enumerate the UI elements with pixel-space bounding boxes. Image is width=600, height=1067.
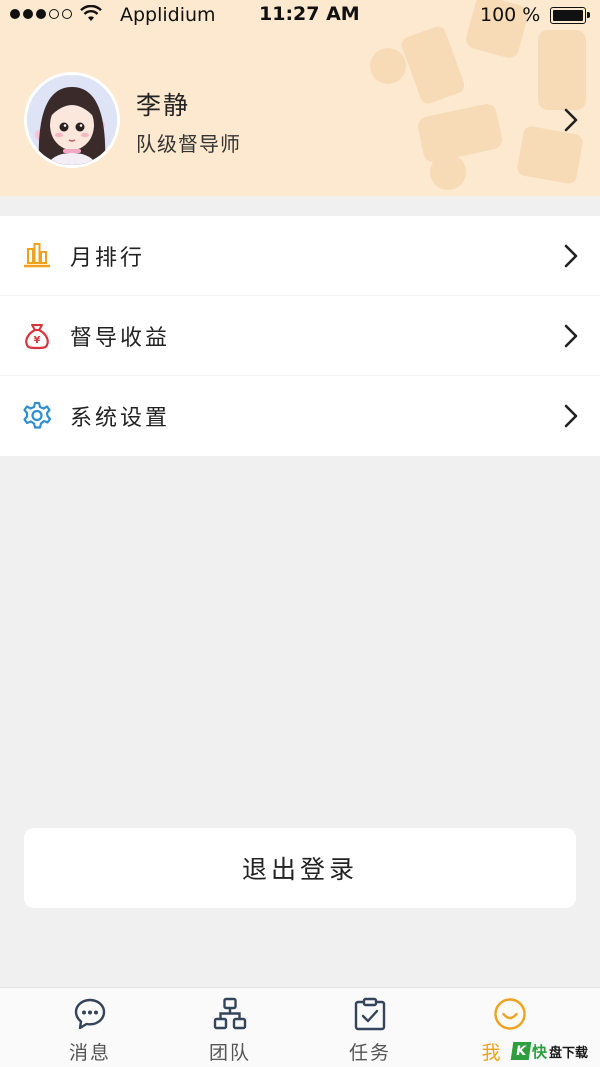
wifi-icon — [80, 5, 102, 21]
menu-item-label: 月排行 — [70, 246, 146, 271]
chevron-right-icon — [564, 404, 578, 428]
logout-button[interactable]: 退出登录 — [24, 828, 576, 908]
watermark-logo: K 快 盘下载 — [510, 1038, 596, 1064]
user-role: 队级督导师 — [136, 132, 241, 156]
battery-icon — [550, 7, 590, 24]
signal-strength-icon — [10, 9, 72, 19]
avatar[interactable] — [24, 72, 120, 168]
menu-item-monthly-ranking[interactable]: 月排行 — [0, 216, 600, 296]
watermark-text: 盘下载 — [549, 1045, 589, 1061]
carrier-name: Applidium — [120, 4, 216, 26]
tab-bar: 消息 团队 任务 我 — [0, 987, 600, 1067]
chevron-right-icon — [564, 244, 578, 268]
menu-item-label: 系统设置 — [70, 406, 171, 431]
gear-icon — [23, 401, 52, 429]
battery-percentage: 100 % — [480, 4, 541, 26]
clipboard-check-icon — [354, 997, 386, 1031]
user-name: 李静 — [136, 91, 191, 120]
bar-chart-icon — [24, 243, 50, 268]
profile-row[interactable]: 李静 队级督导师 — [0, 70, 600, 170]
tab-messages[interactable]: 消息 — [15, 988, 165, 1067]
svg-text:¥: ¥ — [34, 335, 41, 346]
avatar-illustration — [27, 75, 117, 165]
chevron-right-icon — [564, 324, 578, 348]
menu-item-supervisor-earnings[interactable]: ¥ 督导收益 — [0, 296, 600, 376]
smiley-icon — [494, 998, 526, 1030]
chevron-right-icon — [564, 108, 578, 132]
org-chart-icon — [213, 997, 247, 1030]
tab-label: 消息 — [68, 1042, 111, 1064]
status-bar: Applidium 11:27 AM 100 % — [0, 0, 600, 30]
chat-bubble-icon — [74, 998, 106, 1030]
watermark-mark: K — [510, 1042, 532, 1060]
profile-header: Applidium 11:27 AM 100 % 李静 队级督导师 — [0, 0, 600, 196]
settings-menu: 月排行 ¥ 督导收益 系统设置 — [0, 216, 600, 456]
tab-label: 团队 — [208, 1042, 251, 1064]
menu-item-label: 督导收益 — [70, 326, 171, 351]
watermark-text: 快 — [532, 1042, 548, 1061]
money-bag-icon: ¥ — [25, 324, 49, 350]
tab-team[interactable]: 团队 — [155, 988, 305, 1067]
menu-item-system-settings[interactable]: 系统设置 — [0, 376, 600, 456]
clock: 11:27 AM — [259, 3, 360, 25]
